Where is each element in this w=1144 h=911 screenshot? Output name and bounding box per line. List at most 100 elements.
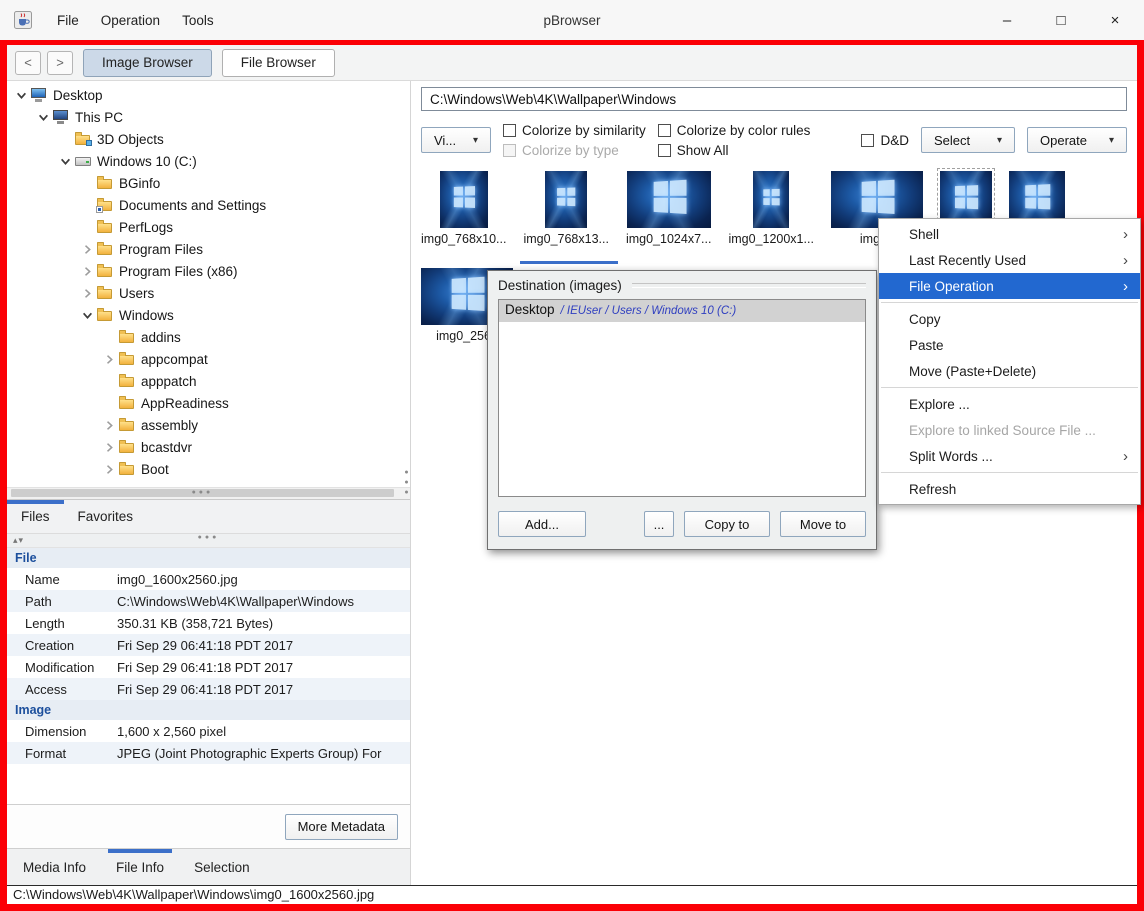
view-button-label: Vi... bbox=[434, 132, 457, 148]
menu-item-copy[interactable]: Copy bbox=[879, 306, 1140, 332]
tab-file-browser[interactable]: File Browser bbox=[221, 48, 335, 77]
info-section-label: Image bbox=[15, 703, 52, 717]
desktop-icon bbox=[31, 87, 48, 103]
checkbox-dnd[interactable]: D&D bbox=[861, 133, 909, 148]
menu-item-explore[interactable]: Explore ... bbox=[879, 391, 1140, 417]
checkbox-colorize-by-similarity[interactable]: Colorize by similarity bbox=[503, 123, 646, 138]
tree-horizontal-scrollbar[interactable]: ●●● bbox=[7, 487, 410, 499]
tree-item-program-files[interactable]: Program Files bbox=[7, 238, 410, 260]
menu-item-label: Shell bbox=[909, 226, 940, 242]
checkbox-label: D&D bbox=[880, 132, 909, 148]
menu-item-label: File Operation bbox=[909, 278, 994, 294]
chevron-right-icon[interactable] bbox=[101, 442, 118, 453]
tree-item-appreadiness[interactable]: AppReadiness bbox=[7, 392, 410, 414]
scrollbar-thumb[interactable]: ●●● bbox=[11, 489, 394, 497]
chevron-right-icon[interactable] bbox=[101, 354, 118, 365]
menu-item-label: Paste bbox=[909, 337, 944, 353]
panel-splitter[interactable]: ▴▾ ●●● bbox=[7, 534, 410, 548]
menu-separator bbox=[881, 387, 1138, 388]
maximize-button[interactable]: □ bbox=[1046, 12, 1076, 29]
add-button[interactable]: Add... bbox=[498, 511, 586, 537]
tree-item-windows-10-c[interactable]: Windows 10 (C:) bbox=[7, 150, 410, 172]
tree-item-windows[interactable]: Windows bbox=[7, 304, 410, 326]
tab-media-info[interactable]: Media Info bbox=[15, 849, 94, 885]
chevron-right-icon[interactable] bbox=[79, 244, 96, 255]
wallpaper-thumbnail[interactable] bbox=[626, 171, 711, 228]
menu-file[interactable]: File bbox=[46, 13, 90, 28]
operate-button[interactable]: Operate ▾ bbox=[1027, 127, 1127, 153]
view-button[interactable]: Vi... ▾ bbox=[421, 127, 491, 153]
tab-favorites[interactable]: Favorites bbox=[64, 500, 148, 533]
tab-files[interactable]: Files bbox=[7, 500, 64, 533]
forward-button[interactable]: > bbox=[47, 50, 73, 75]
tree-item-bcastdvr[interactable]: bcastdvr bbox=[7, 436, 410, 458]
menu-item-file-operation[interactable]: File Operation › bbox=[879, 273, 1140, 299]
windows-logo-icon bbox=[451, 276, 485, 312]
select-button[interactable]: Select ▾ bbox=[921, 127, 1015, 153]
menu-tools[interactable]: Tools bbox=[171, 13, 225, 28]
tree-item-desktop[interactable]: Desktop bbox=[7, 84, 410, 106]
chevron-down-icon[interactable] bbox=[57, 156, 74, 167]
tree-item-appcompat[interactable]: appcompat bbox=[7, 348, 410, 370]
wallpaper-thumbnail[interactable] bbox=[753, 171, 790, 228]
tree-item-assembly[interactable]: assembly bbox=[7, 414, 410, 436]
wallpaper-thumbnail[interactable] bbox=[439, 171, 488, 228]
chevron-right-icon[interactable] bbox=[79, 266, 96, 277]
tree-item-label: This PC bbox=[75, 109, 124, 125]
info-row-label: Dimension bbox=[25, 723, 87, 739]
move-to-button[interactable]: Move to bbox=[780, 511, 866, 537]
destination-list[interactable]: Desktop / IEUser / Users / Windows 10 (C… bbox=[498, 299, 866, 497]
info-row-value: 1,600 x 2,560 pixel bbox=[117, 723, 227, 739]
tree-item-users[interactable]: Users bbox=[7, 282, 410, 304]
tree-item-apppatch[interactable]: apppatch bbox=[7, 370, 410, 392]
tree-item-boot[interactable]: Boot bbox=[7, 458, 410, 480]
splitter-collapse-icon[interactable]: ▴▾ bbox=[13, 535, 24, 546]
menu-operation[interactable]: Operation bbox=[90, 13, 171, 28]
tree-item-label: PerfLogs bbox=[119, 219, 174, 235]
tree-item-documents-and-settings[interactable]: Documents and Settings bbox=[7, 194, 410, 216]
submenu-arrow-icon: › bbox=[1123, 251, 1128, 269]
tree-item-bginfo[interactable]: BGinfo bbox=[7, 172, 410, 194]
tab-file-info[interactable]: File Info bbox=[108, 849, 173, 885]
back-button[interactable]: < bbox=[15, 50, 41, 75]
destination-item-desktop[interactable]: Desktop / IEUser / Users / Windows 10 (C… bbox=[499, 300, 865, 322]
tab-image-browser[interactable]: Image Browser bbox=[83, 48, 212, 77]
checkbox-colorize-by-color-rules[interactable]: Colorize by color rules bbox=[657, 123, 810, 138]
tree-item-addins[interactable]: addins bbox=[7, 326, 410, 348]
menu-item-explore-to-linked-source-file[interactable]: Explore to linked Source File ... bbox=[879, 417, 1140, 443]
bottom-tab-strip: Media Info File Info Selection bbox=[7, 849, 410, 885]
more-metadata-button[interactable]: More Metadata bbox=[284, 813, 398, 840]
tree-item-perflogs[interactable]: PerfLogs bbox=[7, 216, 410, 238]
minimize-button[interactable]: – bbox=[992, 12, 1022, 29]
menu-item-last-recently-used[interactable]: Last Recently Used › bbox=[879, 247, 1140, 273]
tab-selection[interactable]: Selection bbox=[186, 849, 258, 885]
chevron-down-icon[interactable] bbox=[35, 112, 52, 123]
address-bar[interactable] bbox=[421, 87, 1127, 111]
chevron-right-icon[interactable] bbox=[79, 288, 96, 299]
tree-item-label: Documents and Settings bbox=[119, 197, 267, 213]
wallpaper-thumbnail[interactable] bbox=[545, 171, 588, 228]
copy-to-button[interactable]: Copy to bbox=[684, 511, 770, 537]
tree-item-this-pc[interactable]: This PC bbox=[7, 106, 410, 128]
chevron-down-icon[interactable] bbox=[13, 90, 30, 101]
close-button[interactable]: × bbox=[1100, 12, 1130, 29]
menu-item-paste[interactable]: Paste bbox=[879, 332, 1140, 358]
chevron-right-icon[interactable] bbox=[101, 420, 118, 431]
checkbox-show-all[interactable]: Show All bbox=[657, 143, 811, 158]
vertical-grip-dots-icon: ●●● bbox=[403, 469, 410, 499]
chevron-down-icon[interactable] bbox=[79, 310, 96, 321]
tree-item-label: Boot bbox=[141, 461, 169, 477]
menu-item-shell[interactable]: Shell › bbox=[879, 221, 1140, 247]
info-row-name: Name img0_1600x2560.jpg bbox=[7, 568, 410, 590]
tree-item-3d-objects[interactable]: 3D Objects bbox=[7, 128, 410, 150]
chevron-right-icon[interactable] bbox=[101, 464, 118, 475]
menu-item-refresh[interactable]: Refresh bbox=[879, 476, 1140, 502]
tree-item-label: appcompat bbox=[141, 351, 208, 367]
menu-item-split-words[interactable]: Split Words ... › bbox=[879, 443, 1140, 469]
ellipsis-button[interactable]: ... bbox=[644, 511, 674, 537]
tree-item-program-files-x86[interactable]: Program Files (x86) bbox=[7, 260, 410, 282]
left-panel: Desktop This PC 3D Objects Windows 10 (C:) B… bbox=[7, 81, 411, 885]
info-row-label: Name bbox=[25, 571, 60, 587]
operate-button-label: Operate bbox=[1040, 132, 1087, 148]
menu-item-move-paste-delete[interactable]: Move (Paste+Delete) bbox=[879, 358, 1140, 384]
